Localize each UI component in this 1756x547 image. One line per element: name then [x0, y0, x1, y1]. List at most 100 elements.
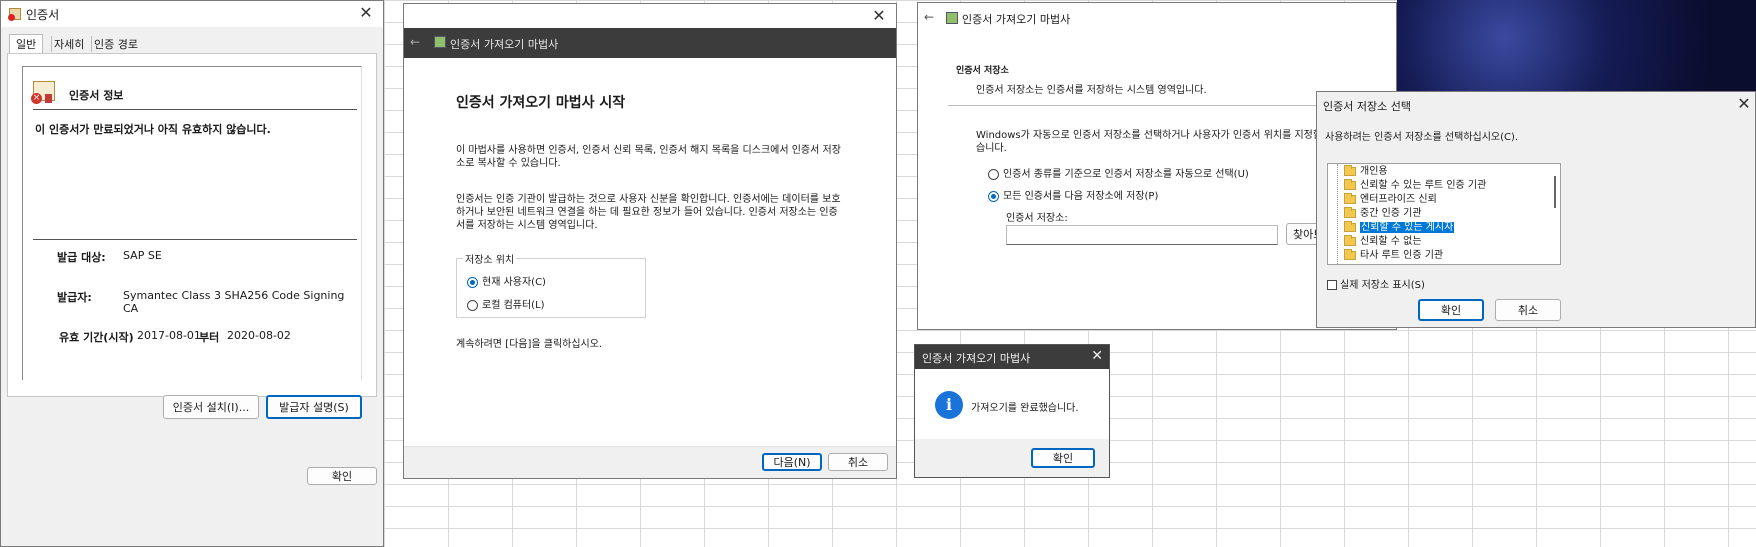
store-item-label: 엔터프라이즈 신뢰 — [1360, 194, 1437, 205]
radio-selected-icon — [988, 190, 999, 202]
cancel-button[interactable]: 취소 — [1495, 299, 1561, 321]
radio-local-machine[interactable]: 로컬 컴퓨터(L) — [467, 296, 545, 311]
install-certificate-button[interactable]: 인증서 설치(I)... — [163, 395, 259, 419]
valid-to-word: 부터 — [199, 331, 220, 344]
store-item-label: 개인용 — [1360, 166, 1388, 177]
ok-button[interactable]: 확인 — [1418, 299, 1484, 321]
radio-current-user[interactable]: 현재 사용자(C) — [467, 273, 546, 288]
back-arrow-icon[interactable]: ← — [410, 35, 420, 49]
wizard-top-bar — [404, 4, 896, 28]
scrollbar[interactable] — [1554, 176, 1556, 208]
wizard-footer — [404, 446, 896, 478]
store-item[interactable]: 타사 루트 인증 기관 — [1344, 248, 1444, 263]
back-arrow-icon[interactable]: ← — [924, 10, 934, 24]
divider — [33, 109, 357, 110]
tab-general[interactable]: 일반 — [9, 34, 44, 53]
certificate-window: 인증서 ✕ 일반 자세히 인증 경로 × 인증서 정보 이 인증서가 만료되었거… — [0, 0, 384, 547]
description-line: 서를 저장하는 시스템 영역입니다. — [456, 220, 598, 231]
wizard-intro-paragraph: 이 마법사를 사용하면 인증서, 인증서 신뢰 목록, 인증서 해지 목록을 디… — [456, 144, 876, 170]
cert-info-heading: 인증서 정보 — [69, 89, 124, 102]
info-line: 습니다. — [976, 143, 1007, 154]
wizard-heading: 인증서 가져오기 마법사 시작 — [456, 95, 626, 111]
show-physical-checkbox[interactable]: 실제 저장소 표시(S) — [1327, 276, 1425, 291]
store-location-group: 저장소 위치 현재 사용자(C) 로컬 컴퓨터(L) — [456, 251, 646, 318]
issued-to-value: SAP SE — [123, 249, 162, 262]
ok-button[interactable]: 확인 — [307, 467, 377, 485]
store-item-label: 신뢰할 수 있는 게시자 — [1360, 222, 1455, 233]
wizard-icon — [434, 36, 446, 48]
issued-by-label: 발급자: — [57, 291, 92, 304]
close-icon[interactable]: ✕ — [870, 7, 888, 25]
certificate-window-title: 인증서 — [26, 7, 60, 22]
info-icon: i — [935, 391, 963, 419]
import-complete-dialog: 인증서 가져오기 마법사 ✕ i 가져오기를 완료했습니다. 확인 — [914, 344, 1110, 478]
manual-store-label: 모든 인증서를 다음 저장소에 저장(P) — [1003, 191, 1159, 202]
ok-button[interactable]: 확인 — [1031, 448, 1095, 468]
wizard-title: 인증서 가져오기 마법사 — [450, 38, 559, 51]
checkbox-icon — [1327, 280, 1337, 290]
next-button[interactable]: 다음(N) — [762, 453, 822, 471]
store-item[interactable]: 중간 인증 기관 — [1344, 206, 1422, 221]
valid-from-value: 2017-08-01 — [137, 329, 201, 342]
folder-icon — [1344, 178, 1356, 190]
cancel-button[interactable]: 취소 — [828, 453, 888, 471]
store-item-label: 타사 루트 인증 기관 — [1360, 250, 1444, 261]
cert-info-box: × 인증서 정보 이 인증서가 만료되었거나 아직 유효하지 않습니다. 발급 … — [22, 66, 362, 380]
radio-unselected-icon — [467, 299, 478, 311]
description-line: 인증서는 인증 기관이 발급하는 것으로 사용자 신분을 확인합니다. 인증서에… — [456, 194, 841, 205]
close-icon[interactable]: ✕ — [1091, 348, 1103, 364]
close-icon[interactable]: ✕ — [1735, 95, 1753, 113]
local-machine-label: 로컬 컴퓨터(L) — [482, 300, 545, 311]
certificate-titlebar: 인증서 — [1, 1, 383, 27]
cert-warning-text: 이 인증서가 만료되었거나 아직 유효하지 않습니다. — [35, 123, 271, 136]
folder-icon — [1344, 206, 1356, 218]
wizard-description-paragraph: 인증서는 인증 기관이 발급하는 것으로 사용자 신분을 확인합니다. 인증서에… — [456, 193, 876, 232]
select-store-dialog: 인증서 저장소 선택 ✕ 사용하려는 인증서 저장소를 선택하십시오(C). 개… — [1316, 91, 1756, 328]
dialog-title: 인증서 저장소 선택 — [1323, 100, 1411, 113]
complete-message: 가져오기를 완료했습니다. — [971, 403, 1079, 414]
wizard-icon — [946, 12, 958, 24]
store-info-text: Windows가 자동으로 인증서 저장소를 선택하거나 사용자가 인증서 위치… — [976, 129, 1322, 155]
auto-select-label: 인증서 종류를 기준으로 인증서 저장소를 자동으로 선택(U) — [1003, 169, 1249, 180]
store-section-desc: 인증서 저장소는 인증서를 저장하는 시스템 영역입니다. — [976, 85, 1207, 96]
info-line: Windows가 자동으로 인증서 저장소를 선택하거나 사용자가 인증서 위치… — [976, 130, 1323, 141]
store-item[interactable]: 엔터프라이즈 신뢰 — [1344, 192, 1437, 207]
store-item[interactable]: 개인용 — [1344, 164, 1388, 179]
folder-icon — [1344, 234, 1356, 246]
store-item-selected[interactable]: 신뢰할 수 있는 게시자 — [1344, 220, 1455, 235]
wizard-title: 인증서 가져오기 마법사 — [962, 13, 1071, 26]
store-field-label: 인증서 저장소: — [1006, 213, 1068, 224]
store-tree[interactable]: 개인용 신뢰할 수 있는 루트 인증 기관 엔터프라이즈 신뢰 중간 인증 기관… — [1327, 163, 1561, 265]
radio-manual-store[interactable]: 모든 인증서를 다음 저장소에 저장(P) — [988, 187, 1158, 202]
desktop-wallpaper — [1397, 0, 1756, 96]
store-location-label: 저장소 위치 — [463, 251, 517, 266]
folder-icon — [1344, 164, 1356, 176]
dialog-titlebar: 인증서 가져오기 마법사 ✕ — [915, 345, 1109, 369]
continue-instruction: 계속하려면 [다음]을 클릭하십시오. — [456, 339, 603, 350]
tab-cert-path[interactable]: 인증 경로 — [91, 36, 140, 52]
store-item[interactable]: 신뢰할 수 없는 — [1344, 234, 1422, 249]
store-item-label: 신뢰할 수 있는 루트 인증 기관 — [1360, 180, 1487, 191]
close-icon[interactable]: ✕ — [357, 4, 375, 22]
tab-strip: 일반 자세히 인증 경로 — [5, 31, 375, 53]
import-wizard-start-window: ✕ ← 인증서 가져오기 마법사 인증서 가져오기 마법사 시작 이 마법사를 … — [403, 3, 897, 479]
issued-by-value: Symantec Class 3 SHA256 Code Signing CA — [123, 289, 345, 315]
store-item-label: 중간 인증 기관 — [1360, 208, 1422, 219]
issuer-statement-button[interactable]: 발급자 설명(S) — [266, 395, 362, 419]
store-field[interactable] — [1006, 225, 1278, 245]
show-physical-label: 실제 저장소 표시(S) — [1340, 280, 1425, 291]
intro-line: 소로 복사할 수 있습니다. — [456, 158, 561, 169]
certificate-error-icon: × — [31, 81, 55, 104]
divider — [33, 239, 357, 240]
intro-line: 이 마법사를 사용하면 인증서, 인증서 신뢰 목록, 인증서 해지 목록을 디… — [456, 145, 841, 156]
description-line: 하거나 보안된 네트워크 연결을 하는 데 필요한 정보가 들어 있습니다. 인… — [456, 207, 838, 218]
store-item[interactable]: 신뢰할 수 있는 루트 인증 기관 — [1344, 178, 1487, 193]
folder-icon — [1344, 220, 1356, 232]
folder-icon — [1344, 248, 1356, 260]
validity-label: 유효 기간(시작) — [59, 331, 134, 344]
tab-details[interactable]: 자세히 — [51, 36, 86, 52]
dialog-title: 인증서 가져오기 마법사 — [922, 352, 1031, 365]
store-item-label: 신뢰할 수 없는 — [1360, 236, 1422, 247]
radio-auto-select[interactable]: 인증서 종류를 기준으로 인증서 저장소를 자동으로 선택(U) — [988, 165, 1249, 180]
tree-line — [1337, 164, 1338, 264]
